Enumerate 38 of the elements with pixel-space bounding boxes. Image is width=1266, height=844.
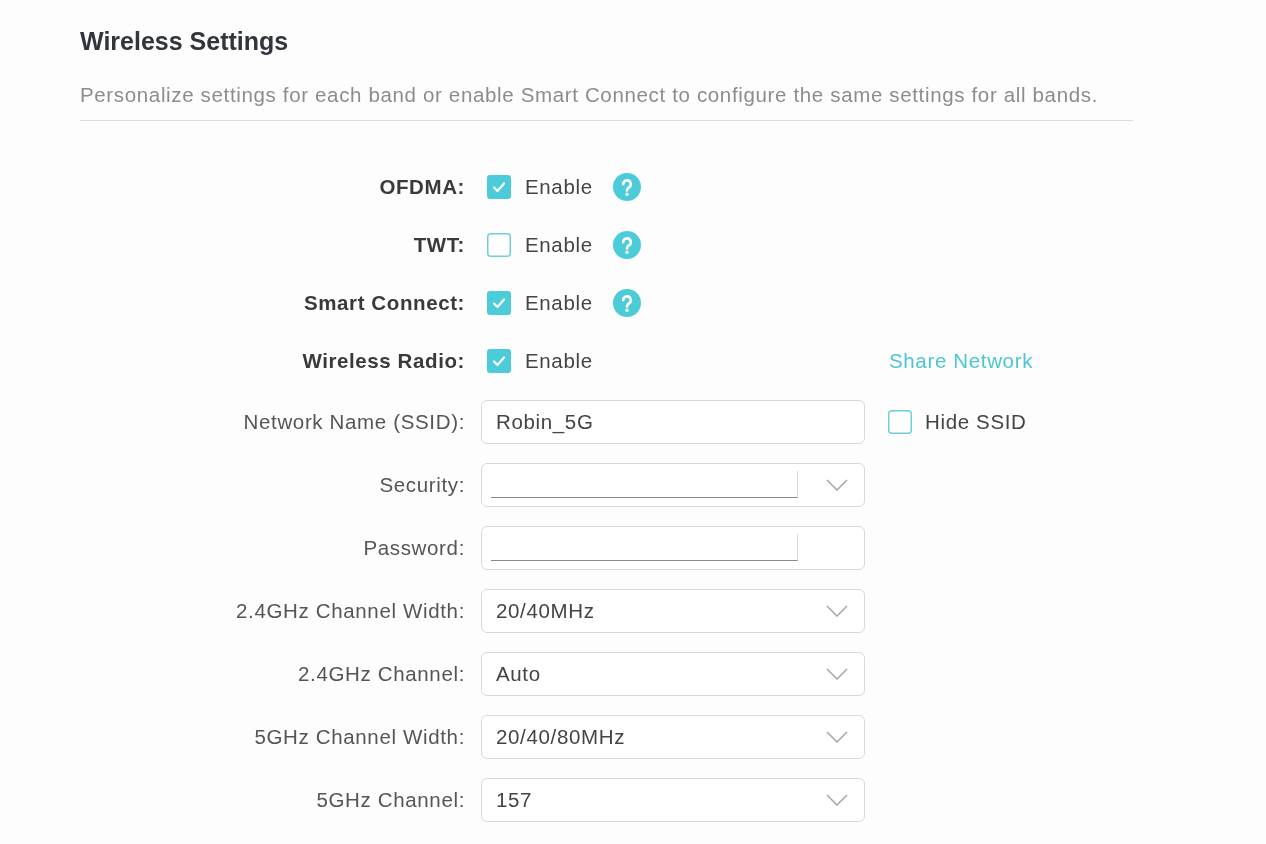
field-label: 2.4GHz Channel: (298, 661, 465, 686)
checkbox[interactable] (487, 233, 511, 257)
checkbox-label[interactable]: Enable (525, 233, 593, 257)
setting-label: Wireless Radio: (302, 349, 465, 373)
checkbox[interactable] (888, 409, 912, 434)
checkbox-label[interactable]: Enable (525, 349, 593, 373)
setting-label: Smart Connect: (303, 291, 465, 315)
field-label: Security: (379, 472, 465, 497)
setting-label: TWT: (413, 233, 465, 257)
chevron-down-icon (826, 793, 848, 806)
help-icon[interactable] (612, 289, 641, 317)
dropdown[interactable]: Auto (481, 651, 865, 696)
checkbox[interactable] (487, 349, 511, 373)
field-label: 5GHz Channel: (316, 787, 465, 812)
text-field[interactable]: Robin_5G (481, 399, 865, 444)
field-label: 2.4GHz Channel Width: (236, 598, 465, 623)
checkbox-label[interactable]: Enable (525, 291, 593, 315)
section-description: Personalize settings for each band or enable Smart Connect to configure the same settings for all bands. (80, 83, 1099, 107)
checkbox-label[interactable]: Hide SSID (925, 409, 1027, 434)
dropdown[interactable]: 20/40MHz (481, 588, 865, 633)
password-field[interactable] (481, 525, 865, 570)
section-title: Wireless Settings (80, 26, 290, 56)
chevron-down-icon (826, 604, 848, 617)
dropdown[interactable] (481, 462, 865, 507)
chevron-down-icon (826, 667, 848, 680)
help-icon[interactable] (612, 173, 641, 201)
chevron-down-icon (826, 730, 848, 743)
dropdown[interactable]: 20/40/80MHz (481, 714, 865, 759)
field-label: Password: (363, 535, 465, 560)
dropdown[interactable]: 157 (481, 777, 865, 822)
setting-label: OFDMA: (379, 175, 465, 199)
help-icon[interactable] (612, 231, 641, 259)
field-label: 5GHz Channel Width: (254, 724, 465, 749)
checkbox[interactable] (487, 291, 511, 315)
field-label: Network Name (SSID): (243, 409, 465, 434)
checkbox[interactable] (487, 175, 511, 199)
chevron-down-icon (826, 478, 848, 491)
checkbox-label[interactable]: Enable (525, 175, 593, 199)
